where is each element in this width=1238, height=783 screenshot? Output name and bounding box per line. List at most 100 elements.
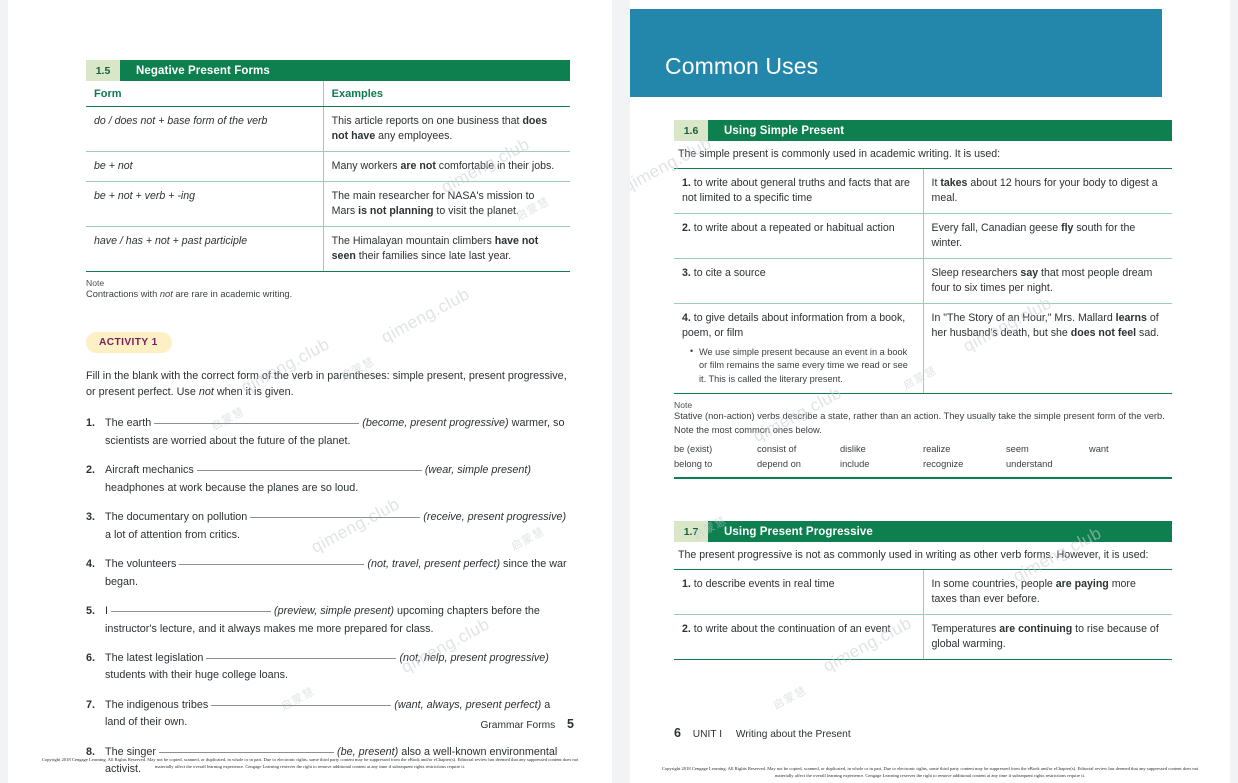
folio-page-number: 6 bbox=[674, 726, 681, 740]
folio-section: Grammar Forms bbox=[480, 720, 556, 731]
sub-bullet-list: We use simple present because an event i… bbox=[690, 345, 913, 386]
table-intro: The present progressive is not as common… bbox=[674, 542, 1172, 570]
activity-badge: ACTIVITY 1 bbox=[86, 331, 172, 353]
verb-item: depend on bbox=[757, 459, 801, 470]
note-text: Stative (non-action) verbs describe a st… bbox=[674, 411, 1165, 435]
stative-verb-grid: be (exist) consist of dislike realize se… bbox=[674, 444, 1172, 469]
answer-blank[interactable] bbox=[211, 704, 392, 706]
cell-example: In "The Story of an Hour," Mrs. Mallard … bbox=[922, 303, 1172, 395]
grammar-table-1-6: 1. to write about general truths and fac… bbox=[674, 168, 1172, 395]
table-row: 2. to write about a repeated or habitual… bbox=[674, 213, 1172, 259]
right-page: qimeng.club qimeng.club qimeng.club qime… bbox=[630, 0, 1230, 783]
column-header-form: Form bbox=[86, 81, 324, 107]
note-label: Note bbox=[86, 278, 105, 289]
activity-directions: Fill in the blank with the correct form … bbox=[86, 369, 567, 399]
exercise-text: The volunteers (not, travel, present perf… bbox=[105, 558, 567, 588]
watermark-cn: 启蒙慧 bbox=[771, 684, 809, 713]
exercise-number: 1. bbox=[86, 417, 96, 430]
section-title: Negative Present Forms bbox=[136, 64, 270, 77]
table-row: 1. to describe events in real time In so… bbox=[674, 569, 1172, 615]
section-title: Using Present Progressive bbox=[724, 525, 873, 538]
cell-example: Every fall, Canadian geese fly south for… bbox=[922, 213, 1172, 259]
exercise-number: 7. bbox=[86, 698, 96, 711]
book-spread: qimeng.club qimeng.club qimeng.club qime… bbox=[0, 0, 1238, 783]
table-row: 1. to write about general truths and fac… bbox=[674, 168, 1172, 214]
cell-example: It takes about 12 hours for your body to… bbox=[922, 168, 1172, 214]
verb-item: understand bbox=[1006, 459, 1053, 470]
verb-item: seem bbox=[1006, 444, 1029, 455]
exercise-number: 6. bbox=[86, 652, 96, 664]
table-row: do / does not + base form of the verb Th… bbox=[86, 106, 570, 153]
answer-blank[interactable] bbox=[206, 658, 397, 659]
left-page: qimeng.club qimeng.club qimeng.club qime… bbox=[8, 0, 612, 783]
verb-item: dislike bbox=[840, 444, 866, 455]
page-gutter bbox=[612, 0, 630, 783]
exercise-number: 2. bbox=[86, 464, 96, 477]
section-bar-1-6: 1.6 Using Simple Present bbox=[674, 120, 1172, 141]
exercise-item[interactable]: 3. The documentary on pollution (receive,… bbox=[86, 509, 570, 544]
exercise-item[interactable]: 4. The volunteers (not, travel, present p… bbox=[86, 556, 570, 591]
section-title: Using Simple Present bbox=[724, 124, 845, 137]
table-row: have / has + not + past participle The H… bbox=[86, 226, 570, 273]
exercise-item[interactable]: 2. Aircraft mechanics (wear, simple prese… bbox=[86, 462, 570, 497]
folio-page-number: 5 bbox=[567, 717, 574, 731]
folio-unit: UNIT I bbox=[692, 729, 723, 740]
cell-example: This article reports on one business tha… bbox=[322, 106, 570, 153]
page-folio: Grammar Forms 5 bbox=[480, 717, 574, 731]
verb-item: realize bbox=[923, 444, 951, 455]
cell-example: Temperatures are continuing to rise beca… bbox=[922, 614, 1172, 661]
exercise-text: Aircraft mechanics (wear, simple present)… bbox=[105, 464, 532, 494]
copyright-notice: Copyright 2018 Cengage Learning. All Rig… bbox=[661, 765, 1199, 779]
copyright-notice: Copyright 2018 Cengage Learning. All Rig… bbox=[41, 756, 579, 770]
note-label: Note bbox=[674, 400, 693, 411]
section-number-badge: 1.6 bbox=[674, 120, 708, 141]
cell-form: be + not bbox=[86, 151, 324, 183]
section-bar-1-7: 1.7 Using Present Progressive bbox=[674, 521, 1172, 543]
cell-form: have / has + not + past participle bbox=[86, 226, 324, 273]
cell-example: In some countries, people are paying mor… bbox=[922, 569, 1172, 615]
exercise-number: 3. bbox=[86, 511, 96, 524]
section-bar-1-5: 1.5 Negative Present Forms bbox=[86, 60, 570, 81]
grammar-table-1-7: 1. to describe events in real time In so… bbox=[674, 569, 1172, 661]
answer-blank[interactable] bbox=[159, 751, 335, 753]
table-row: be + not + verb + -ing The main research… bbox=[86, 181, 570, 228]
folio-unit-title: Writing about the Present bbox=[735, 729, 851, 740]
cell-use: 2. to write about a repeated or habitual… bbox=[674, 213, 923, 259]
section-number-badge: 1.5 bbox=[86, 60, 120, 81]
cell-form: be + not + verb + -ing bbox=[86, 181, 324, 228]
exercise-item[interactable]: 5. I (preview, simple present) upcoming c… bbox=[86, 603, 570, 638]
section-number-badge: 1.7 bbox=[674, 521, 708, 543]
answer-blank[interactable] bbox=[179, 564, 365, 566]
grammar-table-1-5: Form Examples do / does not + base form … bbox=[86, 81, 570, 273]
verb-item: consist of bbox=[757, 444, 797, 455]
note-divider bbox=[674, 477, 1172, 480]
exercise-item[interactable]: 6. The latest legislation (not, help, pre… bbox=[86, 650, 570, 685]
cell-example: Many workers are not comfortable in thei… bbox=[322, 151, 570, 183]
cell-example: The main researcher for NASA's mission t… bbox=[322, 181, 570, 228]
table-header-row: Form Examples bbox=[86, 81, 570, 107]
table-row: 2. to write about the continuation of an… bbox=[674, 614, 1172, 661]
answer-blank[interactable] bbox=[196, 470, 422, 472]
verb-item: include bbox=[840, 459, 870, 470]
table-row: be + not Many workers are not comfortabl… bbox=[86, 151, 570, 183]
answer-blank[interactable] bbox=[111, 611, 271, 613]
verb-item: be (exist) bbox=[674, 444, 713, 455]
page-folio: 6 UNIT I Writing about the Present bbox=[674, 726, 851, 740]
answer-blank[interactable] bbox=[250, 517, 421, 519]
note-text: Contractions with not are rare in academ… bbox=[86, 289, 293, 300]
cell-use: 2. to write about the continuation of an… bbox=[674, 614, 923, 661]
exercise-number: 5. bbox=[86, 605, 96, 618]
answer-blank[interactable] bbox=[154, 423, 360, 425]
exercise-number: 4. bbox=[86, 558, 96, 571]
table-row: 4. to give details about information fro… bbox=[674, 303, 1172, 395]
cell-form: do / does not + base form of the verb bbox=[86, 106, 324, 153]
chapter-banner: Common Uses bbox=[630, 9, 1162, 97]
table-row: 3. to cite a source Sleep researchers sa… bbox=[674, 258, 1172, 305]
cell-use: 3. to cite a source bbox=[674, 258, 923, 305]
verb-item: want bbox=[1089, 444, 1109, 455]
exercise-text: The earth (become, present progressive) w… bbox=[105, 417, 565, 447]
cell-example: Sleep researchers say that most people d… bbox=[922, 258, 1172, 305]
verb-item: recognize bbox=[923, 459, 964, 470]
column-header-examples: Examples bbox=[322, 81, 570, 107]
exercise-item[interactable]: 1. The earth (become, present progressive… bbox=[86, 415, 570, 450]
